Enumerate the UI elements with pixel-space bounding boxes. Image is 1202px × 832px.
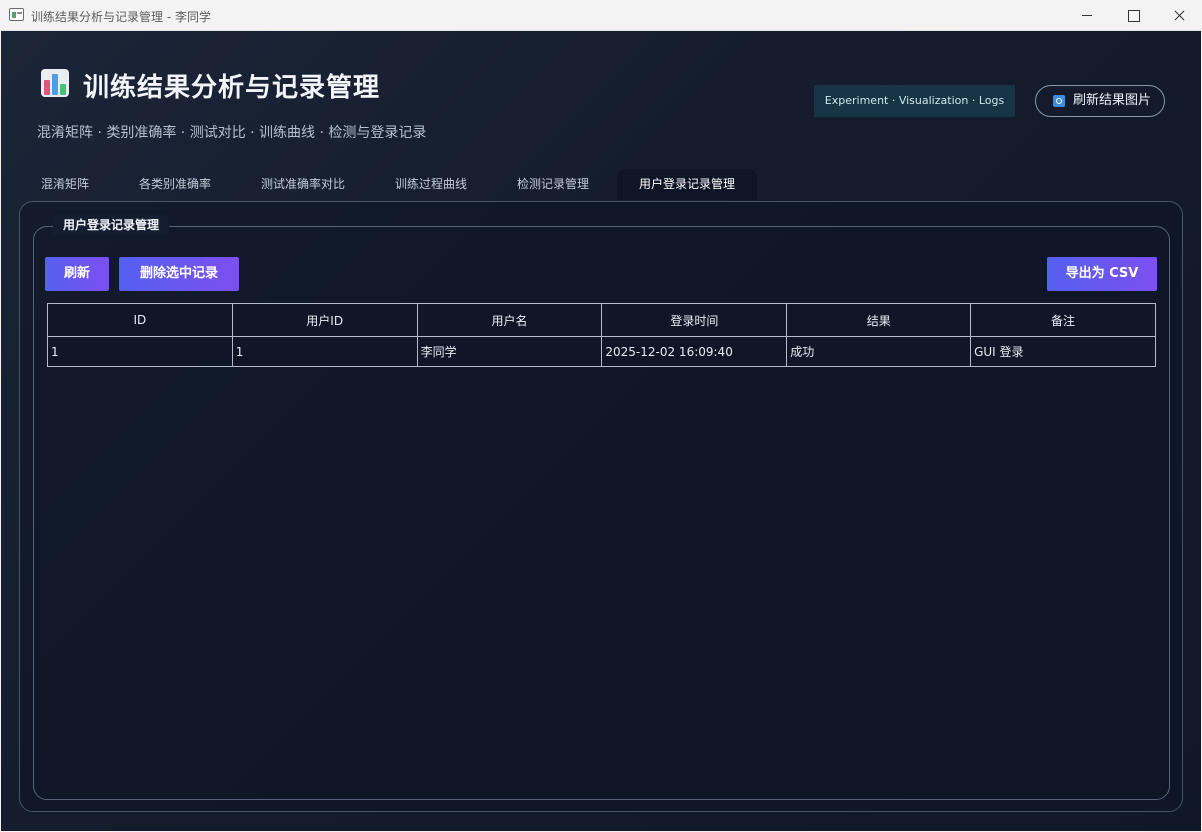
refresh-images-button[interactable]: 刷新结果图片 bbox=[1035, 85, 1165, 117]
minimize-button[interactable] bbox=[1064, 0, 1110, 31]
login-records-table[interactable]: ID 用户ID 用户名 登录时间 结果 备注 1 1 李同学 2025-12-0… bbox=[47, 303, 1156, 367]
tab-detection-records[interactable]: 检测记录管理 bbox=[495, 169, 611, 200]
tab-training-curves[interactable]: 训练过程曲线 bbox=[373, 169, 489, 200]
table-cell[interactable]: 1 bbox=[47, 336, 233, 367]
export-csv-button[interactable]: 导出为 CSV bbox=[1047, 257, 1157, 291]
table-cell[interactable]: 1 bbox=[231, 336, 418, 367]
table-row[interactable]: 1 1 李同学 2025-12-02 16:09:40 成功 GUI 登录 bbox=[47, 336, 1156, 367]
refresh-images-label: 刷新结果图片 bbox=[1073, 93, 1152, 108]
tab-confusion-matrix[interactable]: 混淆矩阵 bbox=[23, 169, 107, 200]
page-subtitle: 混淆矩阵 · 类别准确率 · 测试对比 · 训练曲线 · 检测与登录记录 bbox=[37, 125, 427, 141]
column-header[interactable]: 用户ID bbox=[231, 303, 418, 337]
tab-login-records[interactable]: 用户登录记录管理 bbox=[617, 169, 757, 200]
tab-test-accuracy-comparison[interactable]: 测试准确率对比 bbox=[239, 169, 367, 200]
window-titlebar: 训练结果分析与记录管理 - 李同学 bbox=[0, 0, 1202, 31]
page-title: 训练结果分析与记录管理 bbox=[83, 73, 381, 103]
column-header[interactable]: 登录时间 bbox=[601, 303, 788, 337]
column-header[interactable]: 备注 bbox=[970, 303, 1156, 337]
tag-badge: Experiment · Visualization · Logs bbox=[814, 85, 1015, 117]
table-cell[interactable]: GUI 登录 bbox=[970, 336, 1156, 367]
refresh-icon bbox=[1053, 95, 1065, 107]
table-cell[interactable]: 成功 bbox=[786, 336, 972, 367]
table-cell[interactable]: 李同学 bbox=[416, 336, 603, 367]
column-header[interactable]: ID bbox=[47, 303, 233, 337]
maximize-button[interactable] bbox=[1110, 0, 1156, 31]
table-header-row: ID 用户ID 用户名 登录时间 结果 备注 bbox=[47, 303, 1156, 337]
groupbox-title: 用户登录记录管理 bbox=[53, 215, 170, 235]
bar-chart-icon bbox=[41, 69, 69, 97]
column-header[interactable]: 用户名 bbox=[416, 303, 603, 337]
close-button[interactable] bbox=[1156, 0, 1202, 31]
refresh-button[interactable]: 刷新 bbox=[45, 257, 109, 291]
delete-selected-button[interactable]: 删除选中记录 bbox=[119, 257, 239, 291]
window-title: 训练结果分析与记录管理 - 李同学 bbox=[31, 10, 211, 24]
table-cell[interactable]: 2025-12-02 16:09:40 bbox=[601, 336, 788, 367]
tab-class-accuracy[interactable]: 各类别准确率 bbox=[117, 169, 233, 200]
main-window: 训练结果分析与记录管理 混淆矩阵 · 类别准确率 · 测试对比 · 训练曲线 ·… bbox=[1, 31, 1201, 831]
app-window-icon bbox=[9, 8, 24, 21]
column-header[interactable]: 结果 bbox=[786, 303, 972, 337]
